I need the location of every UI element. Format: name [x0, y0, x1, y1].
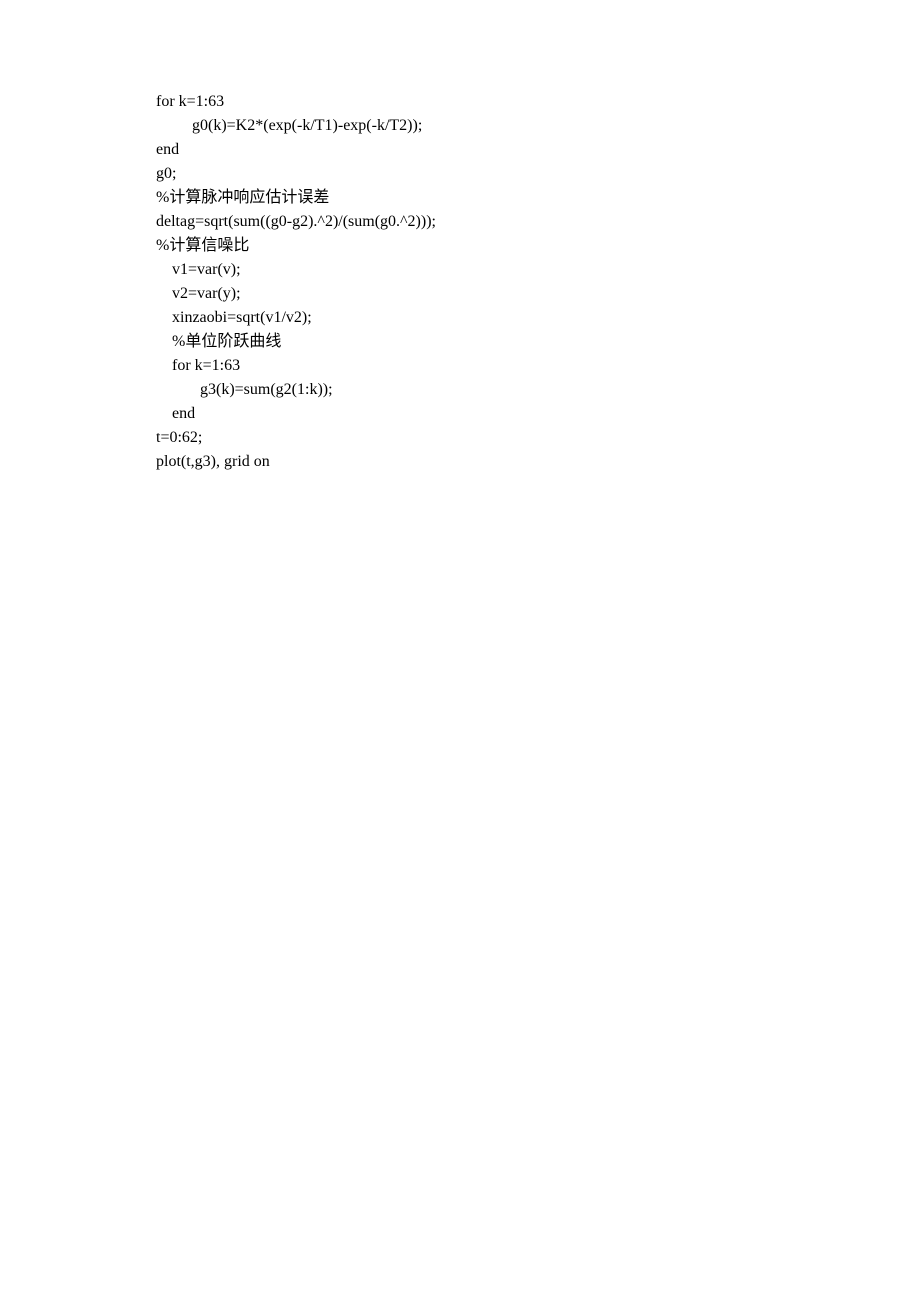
- code-line: for k=1:63: [156, 354, 780, 378]
- code-line: v1=var(v);: [156, 258, 780, 282]
- code-line: g0(k)=K2*(exp(-k/T1)-exp(-k/T2));: [156, 114, 780, 138]
- code-line: %单位阶跃曲线: [156, 330, 780, 354]
- code-line: end: [156, 402, 780, 426]
- code-line: xinzaobi=sqrt(v1/v2);: [156, 306, 780, 330]
- code-line: deltag=sqrt(sum((g0-g2).^2)/(sum(g0.^2))…: [156, 210, 780, 234]
- code-page: for k=1:63 g0(k)=K2*(exp(-k/T1)-exp(-k/T…: [0, 0, 920, 474]
- code-line: v2=var(y);: [156, 282, 780, 306]
- code-line: g0;: [156, 162, 780, 186]
- code-line: end: [156, 138, 780, 162]
- code-line: %计算脉冲响应估计误差: [156, 186, 780, 210]
- code-line: g3(k)=sum(g2(1:k));: [156, 378, 780, 402]
- code-line: %计算信噪比: [156, 234, 780, 258]
- code-line: t=0:62;: [156, 426, 780, 450]
- code-line: for k=1:63: [156, 90, 780, 114]
- code-line: plot(t,g3), grid on: [156, 450, 780, 474]
